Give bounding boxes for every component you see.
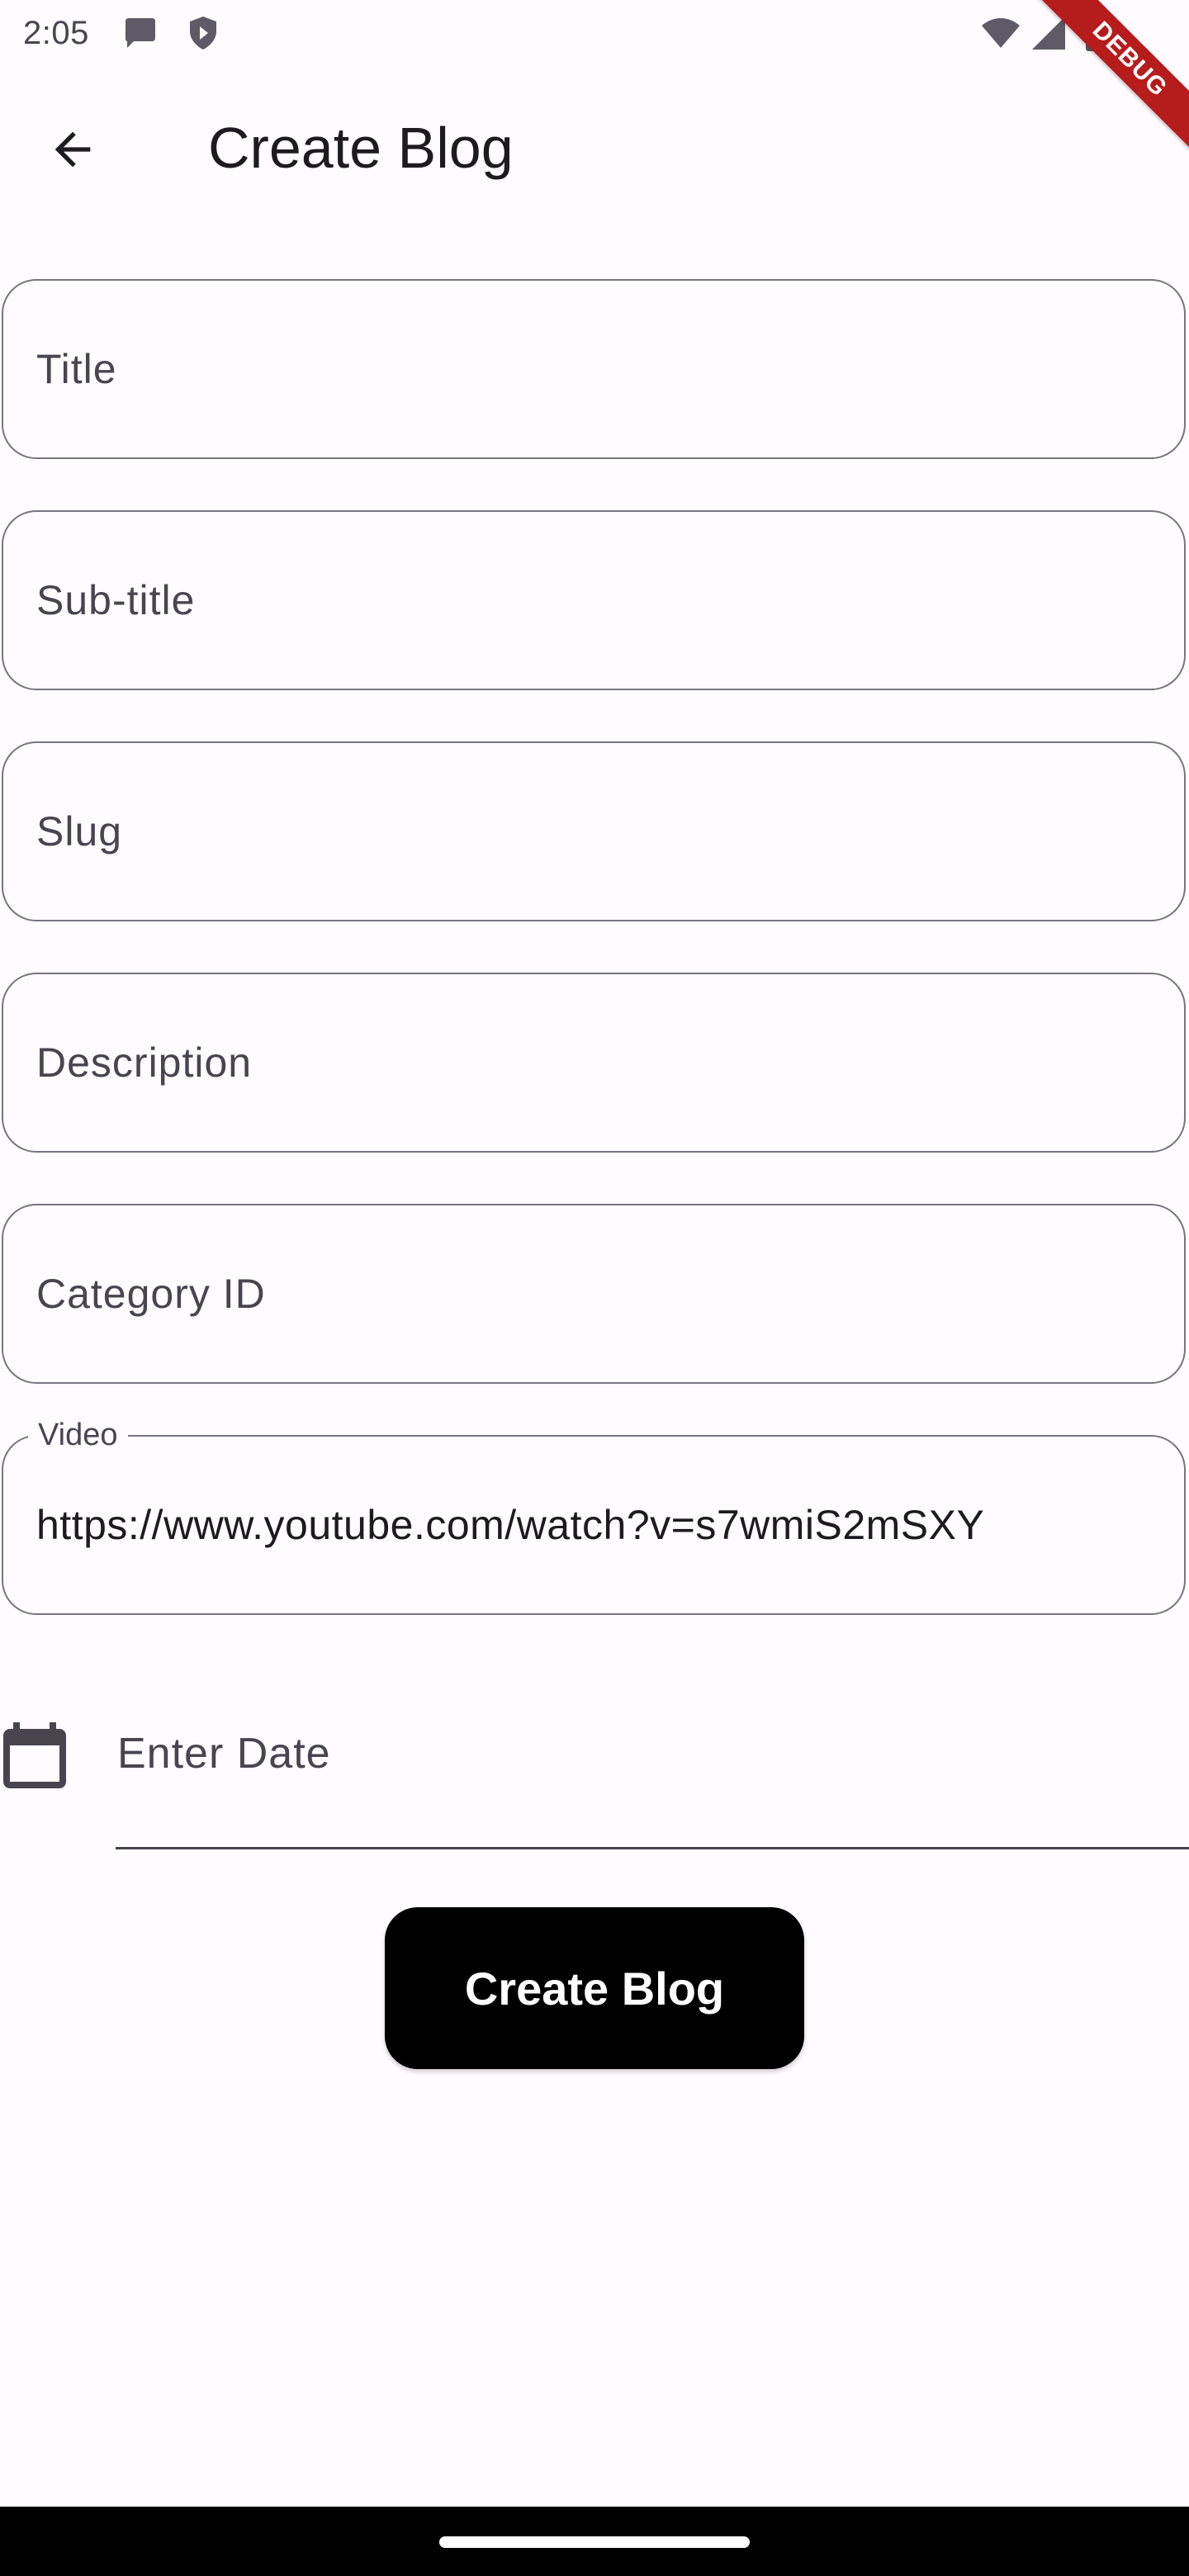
calendar-icon[interactable] [3, 1722, 66, 1788]
video-value: https://www.youtube.com/watch?v=s7wmiS2m… [36, 1502, 985, 1548]
subtitle-placeholder: Sub-title [36, 577, 196, 623]
home-gesture-handle[interactable] [439, 2536, 750, 2548]
date-placeholder: Enter Date [117, 1730, 331, 1778]
shield-icon [183, 13, 223, 57]
system-nav-bar [0, 2507, 1189, 2576]
date-input[interactable]: Enter Date [116, 1701, 1189, 1849]
slug-placeholder: Slug [36, 808, 123, 855]
status-time: 2:05 [23, 15, 89, 51]
subtitle-field[interactable]: Sub-title [2, 510, 1186, 690]
create-blog-button[interactable]: Create Blog [385, 1907, 804, 2069]
title-placeholder: Title [36, 346, 117, 392]
chat-bubble-icon [121, 13, 160, 57]
status-bar: 2:05 [0, 0, 1189, 74]
video-field[interactable]: Video https://www.youtube.com/watch?v=s7… [2, 1418, 1186, 1615]
app-bar: Create Blog [0, 74, 1189, 223]
description-field[interactable]: Description [2, 973, 1186, 1153]
wifi-icon [979, 13, 1022, 57]
title-field[interactable]: Title [2, 279, 1186, 459]
category-id-placeholder: Category ID [36, 1271, 266, 1317]
page-title: Create Blog [208, 116, 514, 180]
arrow-back-icon [46, 123, 99, 180]
category-id-field[interactable]: Category ID [2, 1204, 1186, 1384]
slug-field[interactable]: Slug [2, 741, 1186, 921]
description-placeholder: Description [36, 1039, 253, 1086]
back-button[interactable] [33, 111, 112, 191]
